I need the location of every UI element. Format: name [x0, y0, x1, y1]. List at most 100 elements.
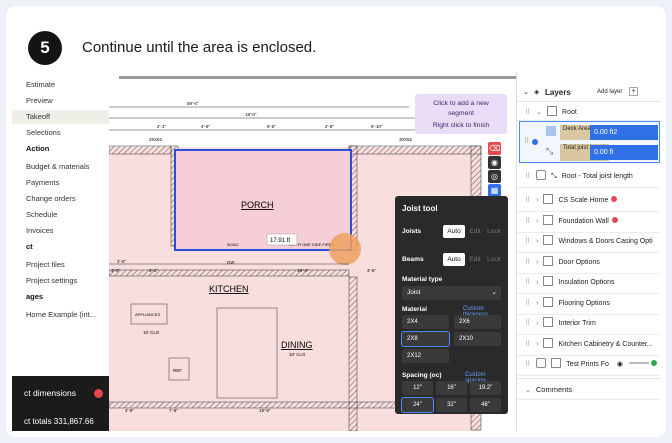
- eye-icon[interactable]: ◉: [617, 361, 623, 368]
- layer-group[interactable]: ⠿ › CS Scale Home: [517, 190, 660, 212]
- trash-icon[interactable]: ⌫: [488, 142, 501, 155]
- drag-handle-icon[interactable]: ⠿: [525, 320, 530, 327]
- comments-header[interactable]: ⌄ Comments: [517, 378, 660, 400]
- layer-group[interactable]: ⠿ › Door Options: [517, 252, 660, 274]
- material-option[interactable]: 2X8: [401, 331, 450, 347]
- drawing-canvas[interactable]: 59'-0" 18'-0" 13'-4" 2'-1" 4'-9" 6'-6" 2…: [109, 72, 516, 431]
- slider-handle[interactable]: [650, 360, 657, 366]
- mode-edit[interactable]: Edit: [466, 225, 484, 238]
- sidebar-item[interactable]: Takeoff: [12, 110, 109, 124]
- beams-mode-toggle[interactable]: Auto Edit Lock: [443, 253, 503, 266]
- total-joist-value[interactable]: 0.00 ft: [590, 145, 658, 160]
- scrollbar[interactable]: [119, 76, 516, 79]
- selected-layer[interactable]: ⠿ ⤡ Deck Area 0.00 ft2 Total joist lengt…: [519, 121, 660, 163]
- drag-handle-icon[interactable]: ⠿: [525, 197, 530, 204]
- drag-handle-icon[interactable]: ⠿: [525, 218, 530, 225]
- drag-handle-icon[interactable]: ⠿: [525, 259, 530, 266]
- material-option[interactable]: 2X6: [454, 315, 501, 329]
- add-layer-button[interactable]: Add layer: [597, 89, 622, 95]
- checkbox-icon[interactable]: [536, 170, 547, 180]
- warning-dot-icon: [611, 196, 618, 202]
- material-type-value: Joist: [407, 289, 421, 296]
- chevron-down-icon[interactable]: ⌄: [523, 88, 529, 96]
- drag-handle-icon[interactable]: ⠿: [525, 300, 530, 307]
- sidebar-section: ct: [26, 242, 33, 251]
- spacing-option[interactable]: 32": [436, 398, 467, 412]
- joist-tool-title: Joist tool: [402, 204, 438, 213]
- deck-area-tag: Deck Area: [560, 125, 594, 140]
- joist-tool-panel: Joist tool Joists Auto Edit Lock Beams A…: [395, 196, 508, 414]
- material-option[interactable]: 2X4: [402, 315, 449, 329]
- material-type-select[interactable]: Joist ⌄: [402, 286, 501, 300]
- opacity-slider[interactable]: [628, 362, 649, 364]
- chevron-right-icon[interactable]: ›: [536, 279, 538, 286]
- drag-handle-icon[interactable]: ⠿: [525, 279, 530, 286]
- chevron-down-icon[interactable]: ⌄: [536, 109, 542, 116]
- layer-group[interactable]: ⠿ › Kitchen Cabinetry & Counter...: [517, 334, 660, 356]
- spacing-option[interactable]: 16": [436, 381, 467, 395]
- chevron-down-icon: ⌄: [491, 289, 497, 296]
- sidebar-item[interactable]: Invoices: [12, 224, 109, 238]
- sidebar-item[interactable]: Change orders: [12, 192, 109, 206]
- chevron-right-icon[interactable]: ›: [536, 197, 538, 204]
- sidebar-item[interactable]: Project files: [12, 258, 109, 272]
- mode-auto[interactable]: Auto: [443, 253, 465, 266]
- layer-label: Flooring Options: [558, 299, 610, 307]
- chevron-right-icon[interactable]: ›: [536, 320, 538, 327]
- beams-label: Beams: [402, 256, 424, 263]
- guide-card: 5 Continue until the area is enclosed. E…: [6, 6, 666, 437]
- layer-label: Root - Total joist length: [561, 173, 633, 180]
- mode-auto[interactable]: Auto: [443, 225, 465, 238]
- joists-mode-toggle[interactable]: Auto Edit Lock: [443, 225, 503, 238]
- spacing-option[interactable]: 24": [401, 397, 434, 413]
- plus-icon[interactable]: +: [629, 87, 638, 96]
- location-icon[interactable]: ◎: [488, 170, 501, 183]
- spacing-option[interactable]: 48": [470, 398, 501, 412]
- sidebar-item[interactable]: Payments: [12, 176, 109, 190]
- chevron-right-icon[interactable]: ›: [536, 218, 538, 225]
- chevron-right-icon[interactable]: ›: [536, 259, 538, 266]
- mode-edit[interactable]: Edit: [466, 253, 484, 266]
- spacing-option[interactable]: 12": [402, 381, 433, 395]
- layer-root[interactable]: ⠿ ⌄ Root: [517, 104, 660, 121]
- layer-group[interactable]: ⠿ › Interior Trim: [517, 313, 660, 335]
- layer-group[interactable]: ⠿ › Insulation Options: [517, 272, 660, 294]
- sidebar-item[interactable]: Schedule: [12, 208, 109, 222]
- sidebar-item[interactable]: Home Example (int...: [12, 308, 109, 322]
- drag-handle-icon[interactable]: ⠿: [524, 137, 529, 145]
- layer-label: Kitchen Cabinetry & Counter...: [558, 340, 653, 348]
- material-option[interactable]: 2X12: [402, 349, 449, 363]
- checkbox-icon[interactable]: [536, 358, 547, 368]
- drag-handle-icon[interactable]: ⠿: [525, 361, 530, 368]
- sidebar-item[interactable]: Estimate: [12, 78, 109, 92]
- sidebar-item[interactable]: Preview: [12, 94, 109, 108]
- drag-handle-icon[interactable]: ⠿: [525, 341, 530, 348]
- mode-lock[interactable]: Lock: [485, 253, 503, 266]
- layer-group[interactable]: ⠿ › Windows & Doors Casing Opti: [517, 231, 660, 253]
- step-header: 5 Continue until the area is enclosed.: [6, 6, 666, 72]
- deck-area-value[interactable]: 0.00 ft2: [590, 125, 658, 140]
- chevron-down-icon[interactable]: ⌄: [525, 387, 531, 394]
- chevron-right-icon[interactable]: ›: [536, 341, 538, 348]
- layer-test-prints[interactable]: ⠿ Test Prints Fo ◉: [517, 354, 660, 376]
- layer-group[interactable]: ⠿ › Flooring Options: [517, 293, 660, 315]
- sidebar-item[interactable]: Project settings: [12, 274, 109, 288]
- chevron-right-icon[interactable]: ›: [536, 300, 538, 307]
- totals-label: ct totals 331,867.66: [24, 417, 94, 426]
- layer-label: Root: [562, 109, 577, 116]
- sidebar-item[interactable]: Budget & materials: [12, 160, 109, 174]
- tooltip-line: Click to add a new: [433, 100, 489, 107]
- spacing-option[interactable]: 19.2": [470, 381, 501, 395]
- sidebar-item[interactable]: Selections: [12, 126, 109, 140]
- layer-root-total[interactable]: ⠿ ⤡ Root - Total joist length: [517, 166, 660, 188]
- layers-title: Layers: [545, 88, 571, 97]
- joist-layer-icon: ⤡: [546, 146, 554, 156]
- pin-icon[interactable]: ◉: [488, 156, 501, 169]
- drag-handle-icon[interactable]: ⠿: [525, 238, 530, 245]
- layer-group[interactable]: ⠿ › Foundation Wall: [517, 211, 660, 233]
- material-option[interactable]: 2X10: [454, 332, 501, 346]
- drag-handle-icon[interactable]: ⠿: [525, 109, 530, 116]
- mode-lock[interactable]: Lock: [485, 225, 503, 238]
- drag-handle-icon[interactable]: ⠿: [525, 173, 530, 180]
- chevron-right-icon[interactable]: ›: [536, 238, 538, 245]
